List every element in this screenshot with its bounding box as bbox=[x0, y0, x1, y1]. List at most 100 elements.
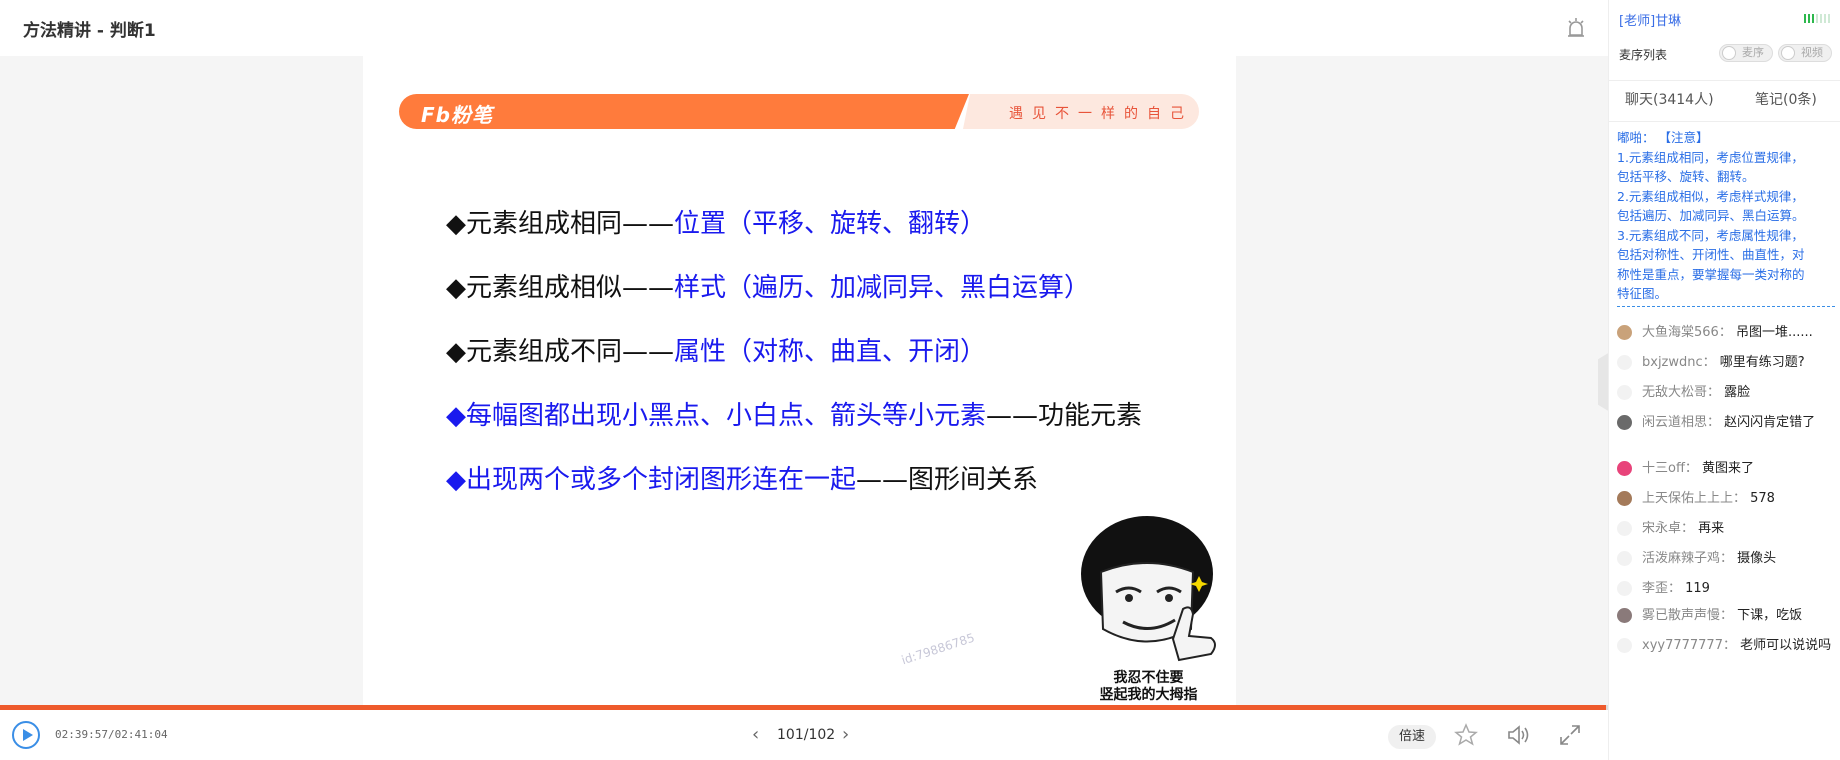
mic-queue-label: 麦序列表 bbox=[1619, 48, 1668, 62]
chat-username: 李歪： bbox=[1642, 581, 1686, 596]
chat-username: 大鱼海棠566： bbox=[1642, 325, 1736, 340]
toggle-knob bbox=[1781, 46, 1795, 60]
avatar bbox=[1617, 415, 1632, 430]
banner-slogan: 遇见不一样的自己 bbox=[1009, 106, 1193, 122]
tab-notes[interactable]: 笔记(0条) bbox=[1755, 89, 1817, 109]
chat-message-body: 下课，吃饭 bbox=[1737, 608, 1803, 623]
chat-message-text: 无敌大松哥： 露脸 bbox=[1642, 384, 1832, 402]
avatar bbox=[1617, 581, 1632, 596]
bullet-2: ◆元素组成相似——样式（遍历、加减同异、黑白运算） bbox=[446, 267, 1090, 304]
slide-banner: Fb粉笔 遇见不一样的自己 bbox=[399, 94, 1199, 129]
avatar bbox=[1617, 551, 1632, 566]
alarm-light-icon[interactable] bbox=[1566, 17, 1586, 39]
prev-page-chevron-icon[interactable]: ‹ bbox=[752, 724, 759, 745]
chat-message-body: 哪里有练习题? bbox=[1719, 355, 1805, 370]
play-button[interactable] bbox=[12, 721, 40, 749]
chat-username: xyy7777777： bbox=[1642, 638, 1741, 653]
notice-line: 包括遍历、加减同异、黑白运算。 bbox=[1617, 208, 1805, 223]
chat-message-text: 上天保佑上上上： 578 bbox=[1642, 490, 1832, 508]
notice-line: 包括对称性、开闭性、曲直性，对 bbox=[1617, 247, 1805, 262]
chat-message-body: 老师可以说说吗 bbox=[1740, 638, 1832, 653]
notice-line: 称性是重点，要掌握每一类对称的 bbox=[1617, 266, 1805, 282]
slide-stage: Fb粉笔 遇见不一样的自己 ◆元素组成相同——位置（平移、旋转、翻转） ◆元素组… bbox=[0, 56, 1608, 705]
notice-line: 3.元素组成不同，考虑属性规律， bbox=[1617, 227, 1804, 243]
bullet-3: ◆元素组成不同——属性（对称、曲直、开闭） bbox=[446, 331, 986, 368]
chat-message-text: 活泼麻辣子鸡： 摄像头 bbox=[1642, 550, 1832, 568]
chat-message-text: xyy7777777： 老师可以说说吗 bbox=[1642, 637, 1832, 655]
star-icon[interactable] bbox=[1453, 722, 1479, 748]
chat-message-text: bxjzwdnc： 哪里有练习题? bbox=[1642, 354, 1832, 372]
thumbs-up-meme: 我忍不住要 竖起我的大拇指 bbox=[1061, 514, 1236, 705]
time-readout: 02:39:57/02:41:04 bbox=[55, 728, 168, 741]
chat-message-text: 雾已散声声慢： 下课，吃饭 bbox=[1642, 607, 1832, 625]
bullet-2-detail: 样式（遍历、加减同异、黑白运算） bbox=[674, 273, 1091, 303]
notice-line: 2.元素组成相似，考虑样式规律， bbox=[1617, 188, 1804, 204]
chat-message-text: 十三off： 黄图来了 bbox=[1642, 460, 1832, 478]
avatar bbox=[1617, 325, 1632, 340]
app-root: 方法精讲 - 判断1 Fb粉笔 遇见不一样的自己 ◆元素组成相同——位置（平移、… bbox=[0, 0, 1840, 760]
course-title: 方法精讲 - 判断1 bbox=[23, 21, 156, 41]
chat-message-body: 吊图一堆...... bbox=[1735, 325, 1813, 340]
avatar bbox=[1617, 638, 1632, 653]
notice-line: 包括平移、旋转、翻转。 bbox=[1617, 169, 1755, 184]
pinned-notice: 嘟啪： 【注意】 1.元素组成相同，考虑位置规律， 包括平移、旋转、翻转。 2.… bbox=[1617, 128, 1835, 304]
next-page-chevron-icon[interactable]: › bbox=[842, 724, 849, 745]
control-bar: 02:39:57/02:41:04 ‹ 101/102 › 倍速 bbox=[0, 710, 1608, 760]
bullet-2-lead: ◆元素组成相似—— bbox=[446, 273, 674, 303]
bullet-4-detail: ——功能元素 bbox=[986, 401, 1143, 431]
chat-username: 活泼麻辣子鸡： bbox=[1642, 551, 1738, 566]
avatar bbox=[1617, 491, 1632, 506]
bullet-3-lead: ◆元素组成不同—— bbox=[446, 337, 674, 367]
chat-username: 无敌大松哥： bbox=[1642, 385, 1725, 400]
notice-divider bbox=[1617, 306, 1835, 307]
avatar bbox=[1617, 385, 1632, 400]
speed-button[interactable]: 倍速 bbox=[1388, 725, 1436, 749]
bullet-5-detail: ——图形间关系 bbox=[856, 465, 1039, 495]
chat-message-body: 578 bbox=[1750, 491, 1775, 506]
bullet-3-detail: 属性（对称、曲直、开闭） bbox=[674, 337, 987, 367]
video-toggle-label: 视频 bbox=[1801, 46, 1823, 59]
tab-chat[interactable]: 聊天(3414人) bbox=[1625, 89, 1714, 109]
bullet-1-lead: ◆元素组成相同—— bbox=[446, 209, 674, 239]
meme-caption-line-2: 竖起我的大拇指 bbox=[1099, 687, 1198, 703]
meme-face-icon bbox=[1081, 516, 1216, 662]
notice-line: 1.元素组成相同，考虑位置规律， bbox=[1617, 149, 1804, 165]
volume-icon[interactable] bbox=[1505, 722, 1531, 748]
chat-message-body: 黄图来了 bbox=[1702, 461, 1755, 476]
slide: Fb粉笔 遇见不一样的自己 ◆元素组成相同——位置（平移、旋转、翻转） ◆元素组… bbox=[363, 56, 1236, 705]
chat-username: bxjzwdnc： bbox=[1642, 355, 1720, 370]
avatar bbox=[1617, 608, 1632, 623]
chat-message-body: 露脸 bbox=[1724, 385, 1751, 400]
toggle-knob bbox=[1722, 46, 1736, 60]
chat-message-text: 闲云道相思： 赵闪闪肯定错了 bbox=[1642, 414, 1832, 432]
chat-message-text: 李歪： 119 bbox=[1642, 580, 1832, 598]
sidebar: [老师]甘琳 麦序列表 麦序 视频 聊天(3414人) 笔记(0条) 嘟啪： 【… bbox=[1608, 0, 1840, 760]
page-indicator: 101/102 bbox=[777, 727, 836, 743]
avatar bbox=[1617, 461, 1632, 476]
notice-line: 嘟啪： 【注意】 bbox=[1617, 130, 1709, 145]
chat-message-body: 赵闪闪肯定错了 bbox=[1724, 415, 1816, 430]
video-toggle[interactable]: 视频 bbox=[1778, 44, 1832, 62]
avatar bbox=[1617, 521, 1632, 536]
avatar bbox=[1617, 355, 1632, 370]
teacher-name: [老师]甘琳 bbox=[1619, 14, 1682, 29]
fullscreen-icon[interactable] bbox=[1557, 722, 1583, 748]
sidebar-tabs: 聊天(3414人) 笔记(0条) bbox=[1609, 80, 1840, 122]
bullet-1: ◆元素组成相同——位置（平移、旋转、翻转） bbox=[446, 203, 986, 240]
mic-queue-toggle-label: 麦序 bbox=[1742, 46, 1764, 59]
chat-username: 雾已散声声慢： bbox=[1642, 608, 1738, 623]
fenbi-logo: Fb粉笔 bbox=[421, 103, 493, 127]
chat-message-text: 大鱼海棠566： 吊图一堆...... bbox=[1642, 324, 1832, 342]
chat-message-body: 119 bbox=[1685, 581, 1710, 596]
bullet-5-lead: ◆出现两个或多个封闭图形连在一起 bbox=[446, 465, 856, 495]
bullet-4: ◆每幅图都出现小黑点、小白点、箭头等小元素——功能元素 bbox=[446, 395, 1142, 432]
bullet-4-lead: ◆每幅图都出现小黑点、小白点、箭头等小元素 bbox=[446, 401, 986, 431]
chat-message-body: 再来 bbox=[1698, 521, 1725, 536]
chat-message-body: 摄像头 bbox=[1737, 551, 1777, 566]
notice-line: 特征图。 bbox=[1617, 286, 1668, 301]
mic-queue-toggle[interactable]: 麦序 bbox=[1719, 44, 1773, 62]
chat-username: 闲云道相思： bbox=[1642, 415, 1725, 430]
signal-strength-icon bbox=[1804, 14, 1830, 23]
player-area: 方法精讲 - 判断1 Fb粉笔 遇见不一样的自己 ◆元素组成相同——位置（平移、… bbox=[0, 0, 1608, 760]
top-bar: 方法精讲 - 判断1 bbox=[0, 0, 1608, 56]
